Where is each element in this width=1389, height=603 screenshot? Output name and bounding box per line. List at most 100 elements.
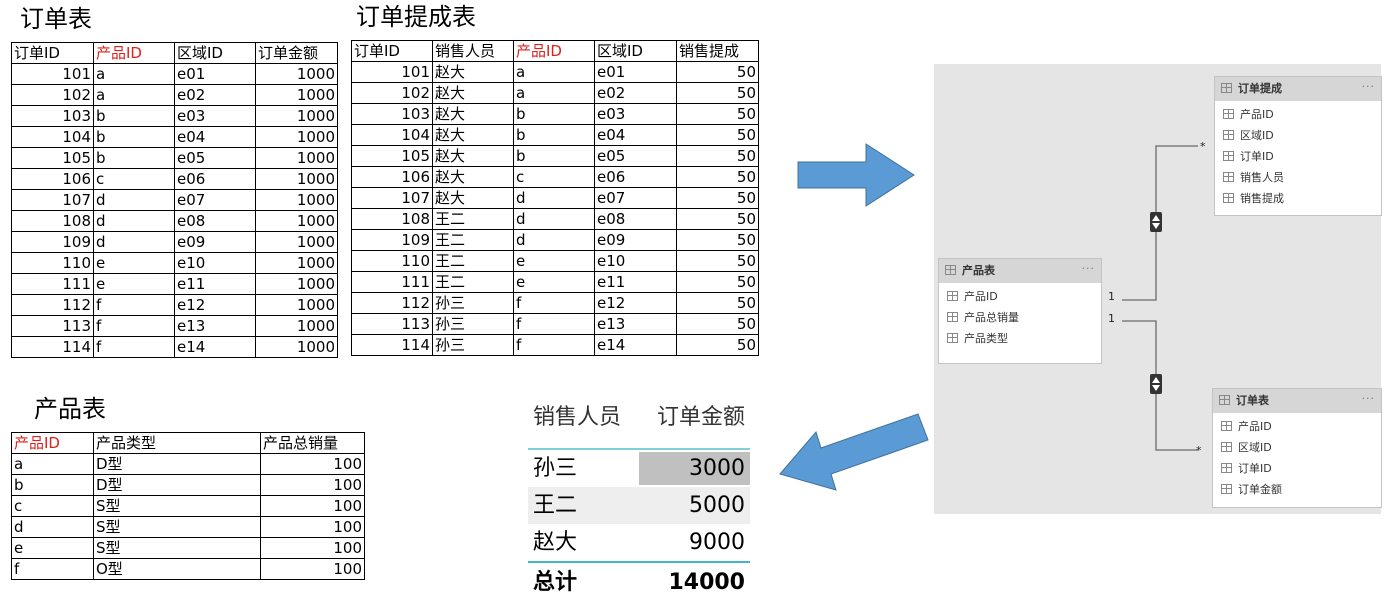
table-cell: 100 [260,453,365,475]
header-row: 订单ID 产品ID 区域ID 订单金额 [11,42,338,64]
result-row: 王二 5000 [528,487,750,524]
table-cell: e04 [594,124,677,146]
table-cell: e12 [174,294,256,316]
table-cell: 50 [676,166,759,188]
table-cell: 111 [11,273,94,295]
model-card-title: 订单提成 [1238,82,1282,95]
table-icon [1221,83,1232,93]
table-row: 103 赵大 b e03 50 [351,103,759,125]
table-row: 109 d e09 1000 [11,231,338,253]
model-field[interactable]: 区域ID [1213,437,1381,458]
table-cell: 赵大 [432,166,514,188]
table-cell: e [93,273,175,295]
table-row: 104 b e04 1000 [11,126,338,148]
table-cell: 1000 [255,273,338,295]
table-cell: e13 [174,315,256,337]
model-field[interactable]: 订单ID [1213,458,1381,479]
table-cell: 102 [11,84,94,106]
table-cell: d [93,210,175,232]
more-options-icon[interactable]: ··· [1362,75,1376,99]
model-field-label: 订单金额 [1238,483,1282,496]
table-cell: e11 [174,273,256,295]
table-cell: b [93,126,175,148]
table-cell: 100 [260,495,365,517]
table-cell: 109 [11,231,94,253]
table-cell: 赵大 [432,82,514,104]
header-row: 订单ID 销售人员 产品ID 区域ID 销售提成 [351,40,759,62]
result-header-amount: 订单金额 [656,405,745,430]
table-cell: 50 [676,187,759,209]
table-cell: f [513,334,595,356]
table-cell: 1000 [255,315,338,337]
table-cell: e [93,252,175,274]
table-cell: S型 [93,516,261,538]
table-cell: D型 [93,474,261,496]
header-row: 产品ID 产品类型 产品总销量 [11,432,365,454]
table-cell: 50 [676,145,759,167]
model-field[interactable]: 订单ID [1215,146,1381,167]
column-icon [1221,421,1232,431]
table-row: 105 b e05 1000 [11,147,338,169]
model-field[interactable]: 产品类型 [939,328,1101,349]
orders-title: 订单表 [20,5,92,33]
arrow-right-icon [797,143,915,207]
table-icon [1219,395,1230,405]
more-options-icon[interactable]: ··· [1362,387,1376,411]
table-cell: a [513,82,595,104]
column-header: 产品类型 [93,432,261,454]
table-cell: f [11,558,94,580]
table-cell: 102 [351,82,433,104]
model-card-header: 产品表 ··· [939,259,1101,283]
model-card-products[interactable]: 产品表 ··· 产品ID 产品总销量产品类型 [938,258,1102,364]
table-cell: e10 [594,250,677,272]
orders-table: 订单ID 产品ID 区域ID 订单金额 101 a e01 1000 102 a e02 1000 10… [11,42,338,358]
model-field-label: 产品总销量 [964,311,1019,324]
model-field[interactable]: 订单金额 [1213,479,1381,500]
model-field[interactable]: 销售人员 [1215,167,1381,188]
model-card-orders[interactable]: 订单表 ··· 产品ID 区域ID 订单ID 订单金额 [1212,388,1382,508]
table-row: a D型 100 [11,453,365,475]
table-cell: 108 [351,208,433,230]
table-row: 110 e e10 1000 [11,252,338,274]
model-field[interactable]: 产品总销量 [939,307,1101,328]
table-cell: 109 [351,229,433,251]
model-field[interactable]: 产品ID [1215,104,1381,125]
column-header: 订单ID [351,40,433,62]
column-header: 销售人员 [432,40,514,62]
table-cell: 112 [351,292,433,314]
table-row: 111 王二 e e11 50 [351,271,759,293]
table-row: 107 d e07 1000 [11,189,338,211]
model-field[interactable]: 产品ID [1213,416,1381,437]
table-cell: 101 [11,63,94,85]
model-field-label: 订单ID [1240,150,1274,163]
table-cell: 王二 [432,208,514,230]
table-cell: 100 [260,558,365,580]
model-field[interactable]: 销售提成 [1215,188,1381,209]
table-cell: e03 [594,103,677,125]
table-cell: d [93,189,175,211]
table-row: 105 赵大 b e05 50 [351,145,759,167]
one-label-bottom: 1 [1108,312,1115,325]
model-card-title: 订单表 [1236,394,1269,407]
more-options-icon[interactable]: ··· [1082,257,1096,281]
result-row: 赵大 9000 [528,524,750,561]
result-seller: 孙三 [533,456,578,481]
table-cell: 50 [676,292,759,314]
table-cell: 50 [676,250,759,272]
column-icon [1221,463,1232,473]
table-row: 101 a e01 1000 [11,63,338,85]
table-row: c S型 100 [11,495,365,517]
table-cell: O型 [93,558,261,580]
table-cell: e [513,271,595,293]
table-cell: e08 [174,210,256,232]
model-field[interactable]: 区域ID [1215,125,1381,146]
table-cell: 50 [676,229,759,251]
model-card-commission[interactable]: 订单提成 ··· 产品ID 区域ID 订单ID 销售人员 销售提成 [1214,76,1382,216]
table-cell: d [11,516,94,538]
column-icon [947,312,958,322]
table-cell: 106 [351,166,433,188]
column-icon [1223,109,1234,119]
column-icon [947,291,958,301]
table-cell: 100 [260,474,365,496]
model-field[interactable]: 产品ID [939,286,1101,307]
